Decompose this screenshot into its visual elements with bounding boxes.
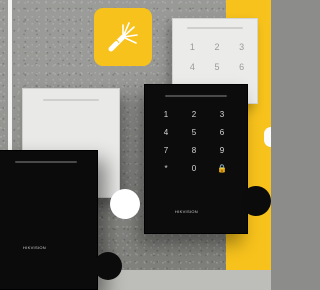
cable-badge: [94, 8, 152, 66]
indicator-strip: [15, 161, 77, 163]
key: 2: [191, 110, 197, 119]
key: 1: [163, 110, 169, 119]
brand-label: HIKVISION: [23, 245, 46, 250]
key: *: [164, 164, 168, 173]
indicator-strip: [165, 95, 227, 97]
key: 1: [189, 42, 195, 52]
black-keypad: 1 2 3 4 5 6 7 8 9 * 0 🔒: [155, 109, 233, 175]
key: 3: [239, 42, 245, 52]
key: 7: [163, 146, 169, 155]
black-keypad-reader: 1 2 3 4 5 6 7 8 9 * 0 🔒 HIKVISION: [144, 84, 248, 234]
key: 0: [191, 164, 197, 173]
white-dot: [110, 189, 140, 219]
key: 8: [191, 146, 197, 155]
white-dot-edge: [264, 127, 271, 147]
lock-icon: 🔒: [217, 164, 227, 173]
key: 5: [191, 128, 197, 137]
indicator-strip: [43, 99, 99, 101]
black-dot: [94, 252, 122, 280]
product-photo-scene: 1 2 3 4 5 6 1 2 3 4 5 6 7 8 9 * 0 🔒 HIKV…: [0, 0, 271, 290]
cable-wires-icon: [108, 22, 138, 52]
indicator-strip: [187, 27, 243, 29]
key: 3: [219, 110, 225, 119]
key: 6: [219, 128, 225, 137]
black-dot: [241, 186, 271, 216]
brand-label: HIKVISION: [175, 209, 198, 214]
white-rail: [8, 0, 12, 150]
black-card-reader: HIKVISION: [0, 150, 98, 290]
key: 2: [214, 42, 220, 52]
white-keypad: 1 2 3 4 5 6: [183, 41, 251, 73]
key: 6: [239, 62, 245, 72]
key: 4: [163, 128, 169, 137]
key: 9: [219, 146, 225, 155]
key: 4: [189, 62, 195, 72]
key: 5: [214, 62, 220, 72]
